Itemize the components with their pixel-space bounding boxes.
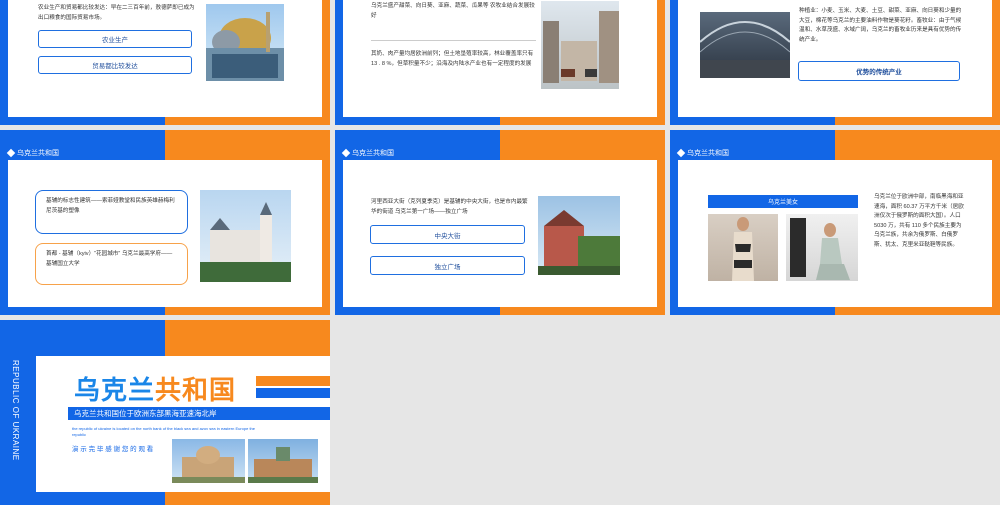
- building-photo: [248, 439, 318, 483]
- divider: [371, 40, 536, 41]
- slide-thumbnail-3[interactable]: 种植业：小麦、玉米、大麦、土豆、甜菜、亚麻、向日葵和少量的大豆，棉花等乌克兰的主…: [670, 0, 1000, 125]
- body-text-2: 其奶、肉产量均居欧洲前列；但土地垦殖率较高，林业覆盖率只有 13 . 8 %，但…: [371, 51, 534, 67]
- cover-title-part-1: 乌克兰: [74, 375, 156, 405]
- portrait-photo-1: [708, 214, 778, 281]
- cover-title: 乌克兰共和国: [74, 370, 236, 407]
- street-photo: [541, 1, 619, 89]
- independence-square-button[interactable]: 独立广场: [370, 256, 525, 275]
- content-panel: 种植业：小麦、玉米、大麦、土豆、甜菜、亚麻、向日葵和少量的大豆，棉花等乌克兰的主…: [678, 0, 992, 117]
- content-panel: 基辅的标志性建筑——索菲娅教堂和民族英雄赫梅利尼茨基的塑像 首都 - 基辅（ky…: [8, 160, 322, 307]
- trade-button[interactable]: 贸易都比较发达: [38, 56, 192, 74]
- central-street-button[interactable]: 中央大街: [370, 225, 525, 244]
- content-panel: 乌克兰盛产甜菜、向日葵、亚麻、蔬菜、瓜果等 农牧业结合发展较好 其奶、肉产量均居…: [343, 0, 657, 117]
- cathedral-photo: [172, 439, 245, 483]
- section-title-text: 乌克兰共和国: [352, 150, 394, 157]
- thanks-text: 演 示 完 毕 感 谢 您 的 观 看: [72, 446, 154, 453]
- capital-box: 首都 - 基辅（kyiv）“花园城市” 乌克兰最高学府——基辅国立大学: [35, 243, 188, 285]
- diamond-icon: [341, 148, 351, 158]
- section-title: 乌克兰共和国: [341, 148, 394, 158]
- cover-panel: 乌克兰共和国 乌克兰共和国位于欧洲东部黑海亚速海北岸 the republic …: [36, 356, 330, 492]
- content-panel: 河里西亚大街（克列夏季克）是基辅的中央大街，也是市内最繁华的街道 乌克兰第一广场…: [343, 160, 657, 307]
- slide-thumbnail-7[interactable]: REPUBLIC OF UKRAINE 乌克兰共和国 乌克兰共和国位于欧洲东部黑…: [0, 320, 330, 505]
- slide-thumbnail-1[interactable]: 农业生产和贸易都比较发达：早在二三百年前，敖德萨即已成为出口粮食的国际贸易市场。…: [0, 0, 330, 125]
- castle-photo: [200, 190, 291, 282]
- title-bar-blue: [256, 388, 330, 398]
- body-text: 河里西亚大街（克列夏季克）是基辅的中央大街，也是市内最繁华的街道 乌克兰第一广场…: [371, 199, 528, 215]
- section-title-text: 乌克兰共和国: [17, 150, 59, 157]
- slide-thumbnail-5[interactable]: 乌克兰共和国 河里西亚大街（克列夏季克）是基辅的中央大街，也是市内最繁华的街道 …: [335, 130, 665, 315]
- body-text: 乌克兰位于欧洲中部，南临黑海和亚速海，面积 60.37 万平方千米（居欧洲仅次于…: [874, 194, 964, 248]
- banner: 乌克兰美女: [708, 195, 858, 208]
- cover-subtitle: 乌克兰共和国位于欧洲东部黑海亚速海北岸: [68, 407, 330, 420]
- diamond-icon: [676, 148, 686, 158]
- slide-thumbnail-4[interactable]: 乌克兰共和国 基辅的标志性建筑——索菲娅教堂和民族英雄赫梅利尼茨基的塑像 首都 …: [0, 130, 330, 315]
- vertical-title: REPUBLIC OF UKRAINE: [11, 360, 20, 461]
- body-text: 种植业：小麦、玉米、大麦、土豆、甜菜、亚麻、向日葵和少量的大豆，棉花等乌克兰的主…: [799, 8, 962, 43]
- mosque-photo: [206, 4, 284, 81]
- cover-title-part-2: 共和国: [155, 375, 237, 405]
- portrait-photo-2: [786, 214, 858, 281]
- slide-thumbnail-6[interactable]: 乌克兰共和国 乌克兰美女 乌克兰位于欧洲中部，南临黑海和亚速海，面积 60.37…: [670, 130, 1000, 315]
- diamond-icon: [6, 148, 16, 158]
- english-caption: the republic of ukraine is located on th…: [72, 426, 256, 437]
- body-text-1: 乌克兰盛产甜菜、向日葵、亚麻、蔬菜、瓜果等 农牧业结合发展较好: [371, 3, 535, 19]
- section-title: 乌克兰共和国: [676, 148, 729, 158]
- station-photo: [700, 12, 790, 78]
- section-title-text: 乌克兰共和国: [687, 150, 729, 157]
- slide-thumbnail-2[interactable]: 乌克兰盛产甜菜、向日葵、亚麻、蔬菜、瓜果等 农牧业结合发展较好 其奶、肉产量均居…: [335, 0, 665, 125]
- title-bar-orange: [256, 376, 330, 386]
- content-panel: 乌克兰美女 乌克兰位于欧洲中部，南临黑海和亚速海，面积 60.37 万平方千米（…: [678, 160, 992, 307]
- traditional-industry-button[interactable]: 优势的传统产业: [798, 61, 960, 81]
- university-photo: [538, 196, 620, 275]
- content-panel: 农业生产和贸易都比较发达：早在二三百年前，敖德萨即已成为出口粮食的国际贸易市场。…: [8, 0, 322, 117]
- body-text: 农业生产和贸易都比较发达：早在二三百年前，敖德萨即已成为出口粮食的国际贸易市场。: [38, 5, 195, 21]
- section-title: 乌克兰共和国: [6, 148, 59, 158]
- agriculture-button[interactable]: 农业生产: [38, 30, 192, 48]
- landmark-box: 基辅的标志性建筑——索菲娅教堂和民族英雄赫梅利尼茨基的塑像: [35, 190, 188, 234]
